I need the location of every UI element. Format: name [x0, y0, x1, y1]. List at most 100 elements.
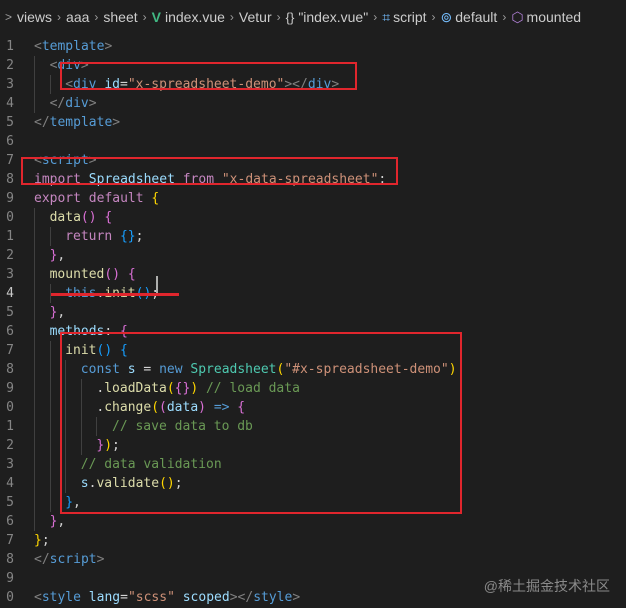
code-token: ></: [229, 590, 254, 605]
code-token: style: [41, 590, 81, 605]
default-export-icon: ⊚: [440, 8, 453, 25]
breadcrumb-separator-icon: ›: [94, 10, 99, 24]
highlight-box-div-line: [60, 62, 357, 90]
breadcrumb: > views › aaa › sheet › V index.vue › Ve…: [0, 0, 626, 34]
code-token: }: [34, 533, 42, 548]
line-number: 5: [6, 495, 14, 510]
code-token: mounted: [49, 267, 105, 282]
breadcrumb-item-index-vue-module[interactable]: {} "index.vue": [286, 9, 369, 25]
line-number: 5: [6, 305, 14, 320]
line-number: 9: [6, 191, 14, 206]
indent-guide: [34, 493, 35, 512]
code-token: <: [34, 590, 42, 605]
indent-guide: [49, 75, 51, 94]
line-number: 0: [6, 590, 14, 605]
breadcrumb-item-script[interactable]: ⌗ script: [382, 9, 426, 26]
line-number: 2: [6, 438, 14, 453]
breadcrumb-separator-icon: ›: [57, 10, 62, 24]
line-number: 6: [6, 514, 14, 529]
code-token: >: [88, 96, 97, 111]
breadcrumb-separator-icon: ›: [431, 10, 436, 24]
breadcrumb-item-aaa[interactable]: aaa: [66, 9, 89, 25]
code-token: data: [49, 210, 81, 225]
code-token: (): [80, 210, 97, 225]
line-number: 6: [6, 134, 14, 149]
code-token: </: [34, 552, 50, 567]
code-line[interactable]: mounted() {: [50, 265, 136, 284]
breadcrumb-item-vetur[interactable]: Vetur: [239, 9, 272, 25]
text-cursor: [156, 276, 158, 293]
cube-icon: ⬡: [511, 8, 524, 25]
line-number: 0: [6, 210, 14, 225]
line-number: 3: [6, 77, 14, 92]
code-token: template: [49, 115, 113, 130]
highlight-underline-init-call: [51, 293, 179, 296]
code-token: >: [104, 39, 113, 54]
highlight-box-init-method: [60, 332, 462, 514]
code-token: {: [127, 267, 136, 282]
code-token: (): [104, 267, 121, 282]
line-number: 2: [6, 248, 14, 263]
code-token: style: [253, 590, 293, 605]
line-number: 7: [6, 153, 14, 168]
line-number: 4: [6, 286, 14, 301]
code-token: >: [96, 552, 105, 567]
breadcrumb-item-views[interactable]: views: [17, 9, 52, 25]
indent-guide: [34, 341, 35, 360]
code-line[interactable]: </div>: [50, 94, 97, 113]
code-line[interactable]: return {};: [65, 227, 143, 246]
indent-guide: [49, 341, 51, 360]
code-token: div: [65, 96, 89, 111]
line-number: 8: [6, 362, 14, 377]
code-line[interactable]: data() {: [50, 208, 113, 227]
indent-guide: [34, 417, 35, 436]
code-line[interactable]: </script>: [34, 550, 104, 569]
breadcrumb-item-default[interactable]: ⊚ default: [441, 9, 498, 26]
code-line[interactable]: },: [50, 303, 66, 322]
code-token: ,: [57, 248, 66, 263]
code-token: {: [104, 210, 113, 225]
code-line[interactable]: <template>: [34, 37, 112, 56]
indent-guide: [34, 436, 35, 455]
breadcrumb-separator-icon: ›: [142, 10, 147, 24]
code-token: {}: [119, 229, 136, 244]
indent-guide: [34, 94, 35, 113]
code-line[interactable]: </template>: [34, 113, 120, 132]
code-line[interactable]: },: [50, 246, 66, 265]
vue-logo-icon: V: [151, 9, 161, 25]
indent-guide: [49, 417, 51, 436]
indent-guide: [34, 379, 35, 398]
code-token: "scss": [127, 590, 175, 605]
code-line[interactable]: <style lang="scss" scoped></style>: [34, 588, 300, 607]
line-number: 1: [6, 229, 14, 244]
line-number: 4: [6, 476, 14, 491]
breadcrumb-leading-chevron: >: [5, 10, 13, 24]
breadcrumb-item-sheet[interactable]: sheet: [103, 9, 137, 25]
code-token: default: [88, 191, 144, 206]
code-line[interactable]: },: [50, 512, 66, 531]
code-token: <: [34, 39, 42, 54]
breadcrumb-item-mounted[interactable]: ⬡ mounted: [511, 9, 581, 26]
watermark: @稀土掘金技术社区: [483, 578, 610, 594]
code-token: script: [49, 552, 97, 567]
breadcrumb-separator-icon: ›: [373, 10, 378, 24]
line-number: 3: [6, 457, 14, 472]
indent-guide: [34, 455, 35, 474]
line-number: 4: [6, 96, 14, 111]
code-line[interactable]: export default {: [34, 189, 159, 208]
code-token: ,: [57, 305, 66, 320]
line-number: 8: [6, 172, 14, 187]
indent-guide: [34, 75, 35, 94]
breadcrumb-separator-icon: ›: [229, 10, 234, 24]
indent-guide: [49, 227, 51, 246]
code-line[interactable]: };: [34, 531, 50, 550]
indent-guide: [34, 398, 35, 417]
breadcrumb-item-index-vue[interactable]: V index.vue: [152, 9, 225, 25]
line-number: 7: [6, 343, 14, 358]
code-token: return: [65, 229, 113, 244]
line-number: 2: [6, 58, 14, 73]
line-number: 9: [6, 381, 14, 396]
